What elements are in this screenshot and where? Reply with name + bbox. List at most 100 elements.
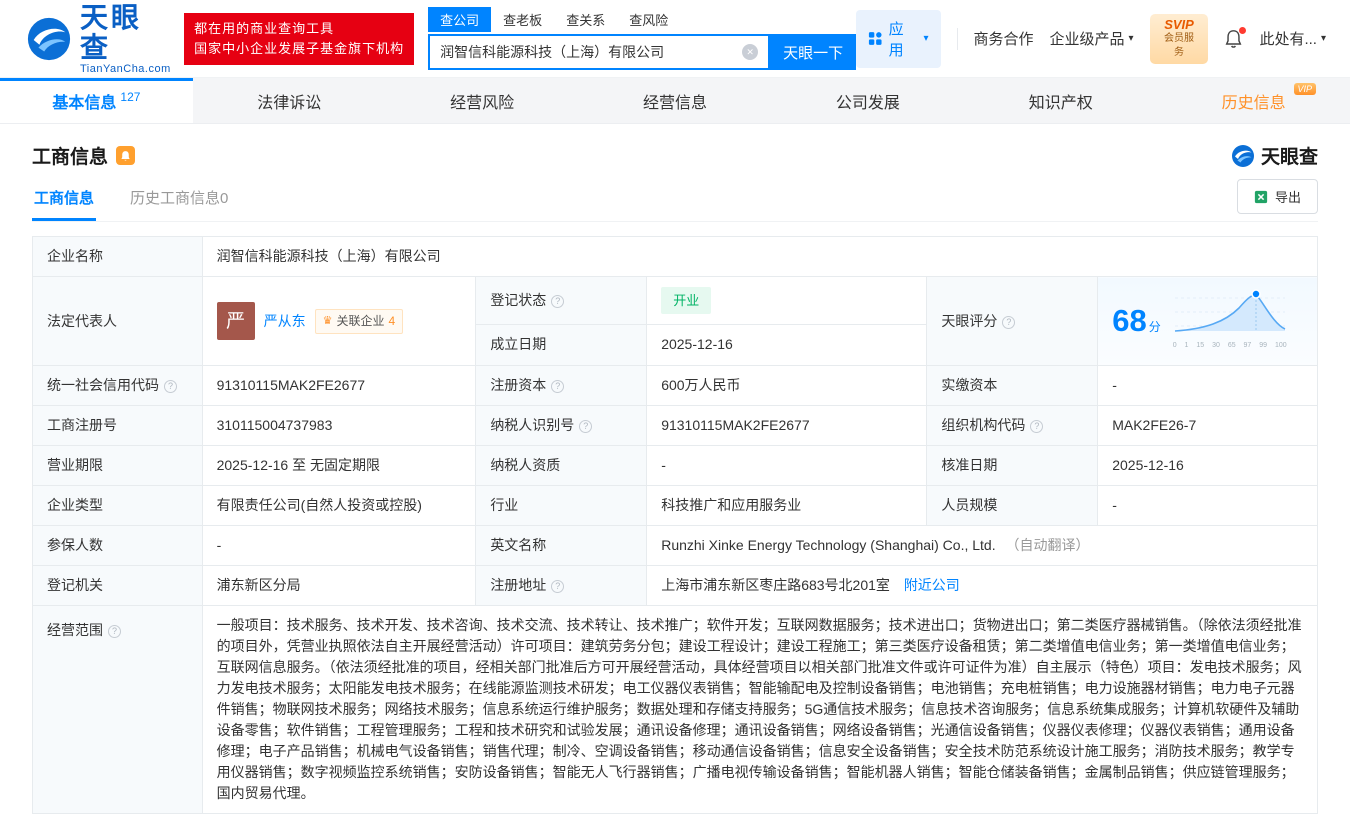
tab-label: 经营风险 — [450, 89, 514, 113]
industry-value: 科技推广和应用服务业 — [647, 486, 927, 526]
menu-more[interactable]: 此处有... ▾ — [1259, 28, 1326, 49]
table-row: 工商注册号 310115004737983 纳税人识别号? 91310115MA… — [33, 406, 1318, 446]
excel-export-icon — [1254, 190, 1268, 204]
search-tabs: 查公司 查老板 查关系 查风险 — [428, 7, 856, 32]
tab-label: 公司发展 — [836, 89, 900, 113]
related-companies-badge[interactable]: ♛ 关联企业 4 — [315, 309, 404, 334]
reg-authority-label: 登记机关 — [33, 566, 203, 606]
help-icon[interactable]: ? — [1002, 316, 1015, 329]
chevron-down-icon: ▾ — [1129, 33, 1134, 44]
notification-bell[interactable] — [1224, 29, 1243, 49]
search-tab-boss[interactable]: 查老板 — [491, 7, 554, 32]
legal-rep-name-link[interactable]: 严从东 — [264, 311, 306, 332]
help-icon[interactable]: ? — [1030, 420, 1043, 433]
legal-rep-avatar[interactable]: 严 — [217, 302, 255, 340]
company-type-label: 企业类型 — [33, 486, 203, 526]
chevron-down-icon: ▾ — [923, 33, 928, 44]
tab-label: 法律诉讼 — [257, 89, 321, 113]
tianyancha-logo[interactable]: 天眼查 TianYanCha.com — [26, 3, 172, 75]
help-icon[interactable]: ? — [579, 420, 592, 433]
clear-search-icon[interactable]: ✕ — [742, 44, 758, 60]
reg-number-value: 310115004737983 — [202, 406, 476, 446]
svip-member-button[interactable]: SVIP 会员服务 — [1150, 14, 1209, 64]
search-tab-relation[interactable]: 查关系 — [554, 7, 617, 32]
table-row: 经营范围? 一般项目：技术服务、技术开发、技术咨询、技术交流、技术转让、技术推广… — [33, 606, 1318, 814]
field-label: 组织机构代码 — [941, 417, 1025, 433]
crown-icon: ♛ — [323, 316, 333, 327]
industry-label: 行业 — [476, 486, 647, 526]
cooperation-label: 商务合作 — [973, 28, 1033, 49]
menu-enterprise[interactable]: 企业级产品 ▾ — [1050, 28, 1134, 49]
taxpayer-id-value: 91310115MAK2FE2677 — [647, 406, 927, 446]
score-axis: 011530659799100 — [1173, 335, 1287, 356]
tab-label: 基本信息 — [52, 89, 116, 113]
main-content: 工商信息 天眼查 工商信息 历史工商信息0 导出 — [0, 142, 1350, 814]
paid-capital-label: 实缴资本 — [927, 366, 1098, 406]
field-label: 纳税人识别号 — [490, 417, 574, 433]
score-chart: 011530659799100 — [1173, 286, 1287, 356]
apps-label: 应用 — [889, 18, 918, 60]
reg-authority-value: 浦东新区分局 — [202, 566, 476, 606]
reg-status-cell: 开业 — [647, 277, 927, 325]
tianyancha-watermark: 天眼查 — [1231, 142, 1318, 169]
search-block: 查公司 查老板 查关系 查风险 ✕ 天眼一下 — [428, 7, 856, 70]
promo-line-2: 国家中小企业发展子基金旗下机构 — [194, 39, 404, 59]
apps-button[interactable]: 应用 ▾ — [856, 10, 940, 68]
help-icon[interactable]: ? — [164, 380, 177, 393]
tab-legal-litigation[interactable]: 法律诉讼 — [193, 78, 386, 123]
brand-name: 天眼查 — [80, 3, 172, 63]
tab-intellectual-property[interactable]: 知识产权 — [964, 78, 1157, 123]
related-companies-label: 关联企业 — [336, 311, 384, 332]
org-code-value: MAK2FE26-7 — [1098, 406, 1318, 446]
tab-company-development[interactable]: 公司发展 — [771, 78, 964, 123]
score-cell[interactable]: 68分 — [1098, 277, 1318, 366]
establish-date-label: 成立日期 — [476, 324, 647, 365]
business-scope-label: 经营范围? — [33, 606, 203, 814]
help-icon[interactable]: ? — [551, 380, 564, 393]
tab-basic-info[interactable]: 基本信息 127 — [0, 78, 193, 123]
english-name-value: Runzhi Xinke Energy Technology (Shanghai… — [647, 526, 1318, 566]
credit-code-value: 91310115MAK2FE2677 — [202, 366, 476, 406]
company-name-value: 润智信科能源科技（上海）有限公司 — [202, 237, 1317, 277]
table-row: 统一社会信用代码? 91310115MAK2FE2677 注册资本? 600万人… — [33, 366, 1318, 406]
status-badge: 开业 — [661, 287, 711, 314]
tab-operation-risk[interactable]: 经营风险 — [386, 78, 579, 123]
company-name-label: 企业名称 — [33, 237, 203, 277]
promo-banner: 都在用的商业查询工具 国家中小企业发展子基金旗下机构 — [184, 13, 414, 65]
enterprise-label: 企业级产品 — [1050, 28, 1125, 49]
nearby-companies-link[interactable]: 附近公司 — [904, 577, 960, 593]
business-scope-value: 一般项目：技术服务、技术开发、技术咨询、技术交流、技术转让、技术推广；软件开发；… — [202, 606, 1317, 814]
search-tab-company[interactable]: 查公司 — [428, 7, 491, 32]
field-label: 经营范围 — [47, 622, 103, 638]
subscribe-bell-icon[interactable] — [116, 146, 135, 165]
help-icon[interactable]: ? — [551, 295, 564, 308]
subtab-business-info[interactable]: 工商信息 — [32, 177, 96, 221]
help-icon[interactable]: ? — [108, 625, 121, 638]
staff-size-label: 人员规模 — [927, 486, 1098, 526]
reg-address-label: 注册地址? — [476, 566, 647, 606]
reg-status-label: 登记状态? — [476, 277, 647, 325]
tianyancha-eye-icon — [1231, 144, 1255, 168]
search-input[interactable] — [440, 44, 742, 60]
english-name-label: 英文名称 — [476, 526, 647, 566]
subtab-history-business-info[interactable]: 历史工商信息0 — [128, 177, 230, 221]
score-value-group: 68分 — [1112, 305, 1161, 338]
tab-label: 历史信息 — [1222, 89, 1286, 113]
subtab-row: 工商信息 历史工商信息0 导出 — [32, 177, 1318, 222]
tab-operation-info[interactable]: 经营信息 — [579, 78, 772, 123]
export-button[interactable]: 导出 — [1237, 179, 1318, 214]
watermark-label: 天眼查 — [1261, 142, 1318, 169]
search-button[interactable]: 天眼一下 — [770, 34, 856, 70]
export-label: 导出 — [1275, 187, 1301, 206]
menu-cooperation[interactable]: 商务合作 — [973, 28, 1033, 49]
help-icon[interactable]: ? — [551, 580, 564, 593]
related-companies-count: 4 — [389, 311, 396, 332]
tab-history-info[interactable]: 历史信息 VIP — [1157, 78, 1350, 123]
insured-count-value: - — [202, 526, 476, 566]
reg-capital-label: 注册资本? — [476, 366, 647, 406]
search-input-box[interactable]: ✕ — [428, 34, 770, 70]
tianyancha-eye-icon — [26, 16, 72, 62]
search-tab-risk[interactable]: 查风险 — [617, 7, 680, 32]
top-header: 天眼查 TianYanCha.com 都在用的商业查询工具 国家中小企业发展子基… — [0, 0, 1350, 78]
table-row: 企业名称 润智信科能源科技（上海）有限公司 — [33, 237, 1318, 277]
